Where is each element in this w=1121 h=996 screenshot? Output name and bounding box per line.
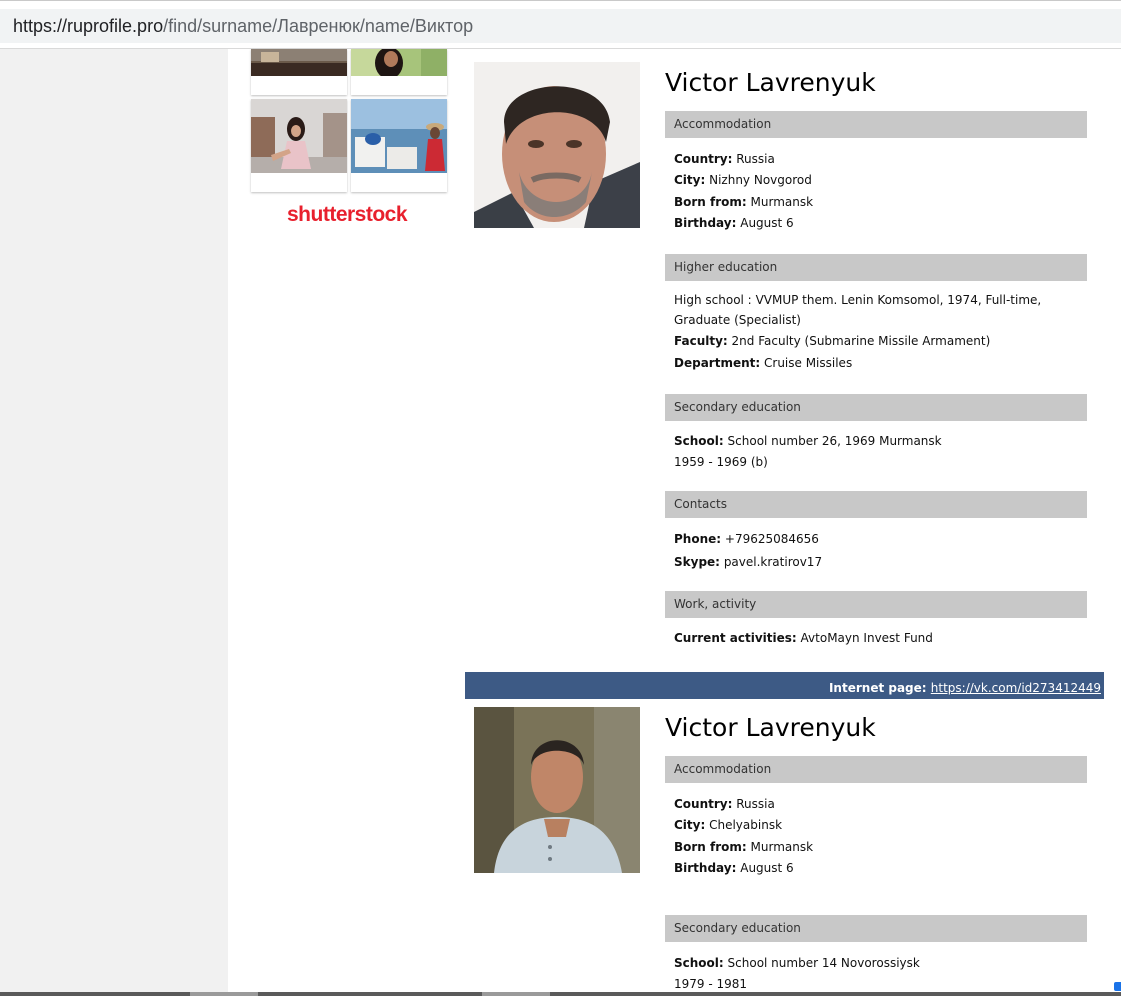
profile-divider-bar: Internet page: https://vk.com/id27341244… [465, 672, 1104, 699]
birthday-value: August 6 [740, 861, 794, 875]
country-value: Russia [736, 797, 775, 811]
ad-image [351, 49, 447, 76]
profile-name: Victor Lavrenyuk [665, 713, 876, 742]
high-school-label: High school : [674, 293, 752, 307]
born-row: Born from: Murmansk [674, 840, 813, 854]
internet-page-label: Internet page: [828, 681, 927, 695]
ad-thumbnail-santorini[interactable] [351, 99, 447, 192]
school-row: School: School number 26, 1969 Murmansk [674, 434, 942, 448]
birthday-row: Birthday: August 6 [674, 861, 794, 875]
birthday-label: Birthday: [674, 861, 737, 875]
section-header-contacts: Contacts [665, 491, 1087, 518]
birthday-label: Birthday: [674, 216, 737, 230]
faculty-row: Faculty: 2nd Faculty (Submarine Missile … [674, 334, 990, 348]
school-row: School: School number 14 Novorossiysk [674, 956, 920, 970]
high-school-row: High school : VVMUP them. Lenin Komsomol… [674, 290, 1064, 330]
taskbar-item[interactable] [190, 992, 258, 996]
department-row: Department: Cruise Missiles [674, 356, 852, 370]
url-input[interactable]: https://ruprofile.pro/find/surname/Лавре… [0, 9, 1121, 43]
section-header-secondary-education: Secondary education [665, 394, 1087, 421]
activities-label: Current activities: [674, 631, 797, 645]
profile-photo[interactable] [474, 62, 640, 228]
phone-row: Phone: +79625084656 [674, 532, 819, 546]
school-label: School: [674, 434, 724, 448]
department-value: Cruise Missiles [764, 356, 853, 370]
ad-image [251, 99, 347, 173]
activities-value: AvtoMayn Invest Fund [800, 631, 933, 645]
city-value: Nizhny Novgorod [709, 173, 812, 187]
taskbar-item[interactable] [482, 992, 550, 996]
born-label: Born from: [674, 840, 747, 854]
section-header-accommodation: Accommodation [665, 111, 1087, 138]
born-row: Born from: Murmansk [674, 195, 813, 209]
shutterstock-logo[interactable]: shutterstock [287, 203, 408, 227]
skype-label: Skype: [674, 555, 720, 569]
department-label: Department: [674, 356, 761, 370]
url-path: /find/surname/Лавренюк/name/Виктор [163, 16, 474, 36]
section-header-work: Work, activity [665, 591, 1087, 618]
url-host: https://ruprofile.pro [13, 16, 164, 36]
taskbar-strip [0, 992, 1121, 996]
ad-thumbnail-office[interactable] [251, 49, 347, 95]
city-label: City: [674, 173, 706, 187]
city-row: City: Chelyabinsk [674, 818, 782, 832]
ad-image [251, 49, 347, 76]
section-header-secondary-education: Secondary education [665, 915, 1087, 942]
country-label: Country: [674, 797, 733, 811]
school-value: School number 14 Novorossiysk [727, 956, 920, 970]
faculty-value: 2nd Faculty (Submarine Missile Armament) [731, 334, 991, 348]
internet-page: Internet page: https://vk.com/id27341244… [829, 681, 1101, 695]
faculty-label: Faculty: [674, 334, 728, 348]
scroll-indicator-icon[interactable] [1114, 982, 1121, 991]
ad-thumbnail-woman[interactable] [351, 49, 447, 95]
skype-row: Skype: pavel.kratirov17 [674, 555, 822, 569]
country-row: Country: Russia [674, 152, 775, 166]
city-value: Chelyabinsk [709, 818, 783, 832]
school-value: School number 26, 1969 Murmansk [727, 434, 942, 448]
phone-label: Phone: [674, 532, 722, 546]
section-header-higher-education: Higher education [665, 254, 1087, 281]
birthday-value: August 6 [740, 216, 794, 230]
city-label: City: [674, 818, 706, 832]
browser-address-bar: https://ruprofile.pro/find/surname/Лавре… [0, 0, 1121, 49]
country-label: Country: [674, 152, 733, 166]
school-years: 1959 - 1969 (b) [674, 455, 768, 469]
url-text[interactable]: https://ruprofile.pro/find/surname/Лавре… [13, 16, 473, 37]
born-value: Murmansk [750, 195, 814, 209]
phone-value: +79625084656 [724, 532, 819, 546]
birthday-row: Birthday: August 6 [674, 216, 794, 230]
country-row: Country: Russia [674, 797, 775, 811]
city-row: City: Nizhny Novgorod [674, 173, 812, 187]
country-value: Russia [736, 152, 775, 166]
born-value: Murmansk [750, 840, 814, 854]
school-label: School: [674, 956, 724, 970]
skype-value: pavel.kratirov17 [723, 555, 823, 569]
activities-row: Current activities: AvtoMayn Invest Fund [674, 631, 933, 645]
profile-photo[interactable] [474, 707, 640, 873]
section-header-accommodation: Accommodation [665, 756, 1087, 783]
born-label: Born from: [674, 195, 747, 209]
school-years: 1979 - 1981 [674, 977, 748, 991]
ad-image [351, 99, 447, 173]
internet-page-link[interactable]: https://vk.com/id273412449 [931, 681, 1101, 695]
ad-thumbnail-city-girl[interactable] [251, 99, 347, 192]
profile-name: Victor Lavrenyuk [665, 68, 876, 97]
left-sidebar [0, 49, 228, 996]
